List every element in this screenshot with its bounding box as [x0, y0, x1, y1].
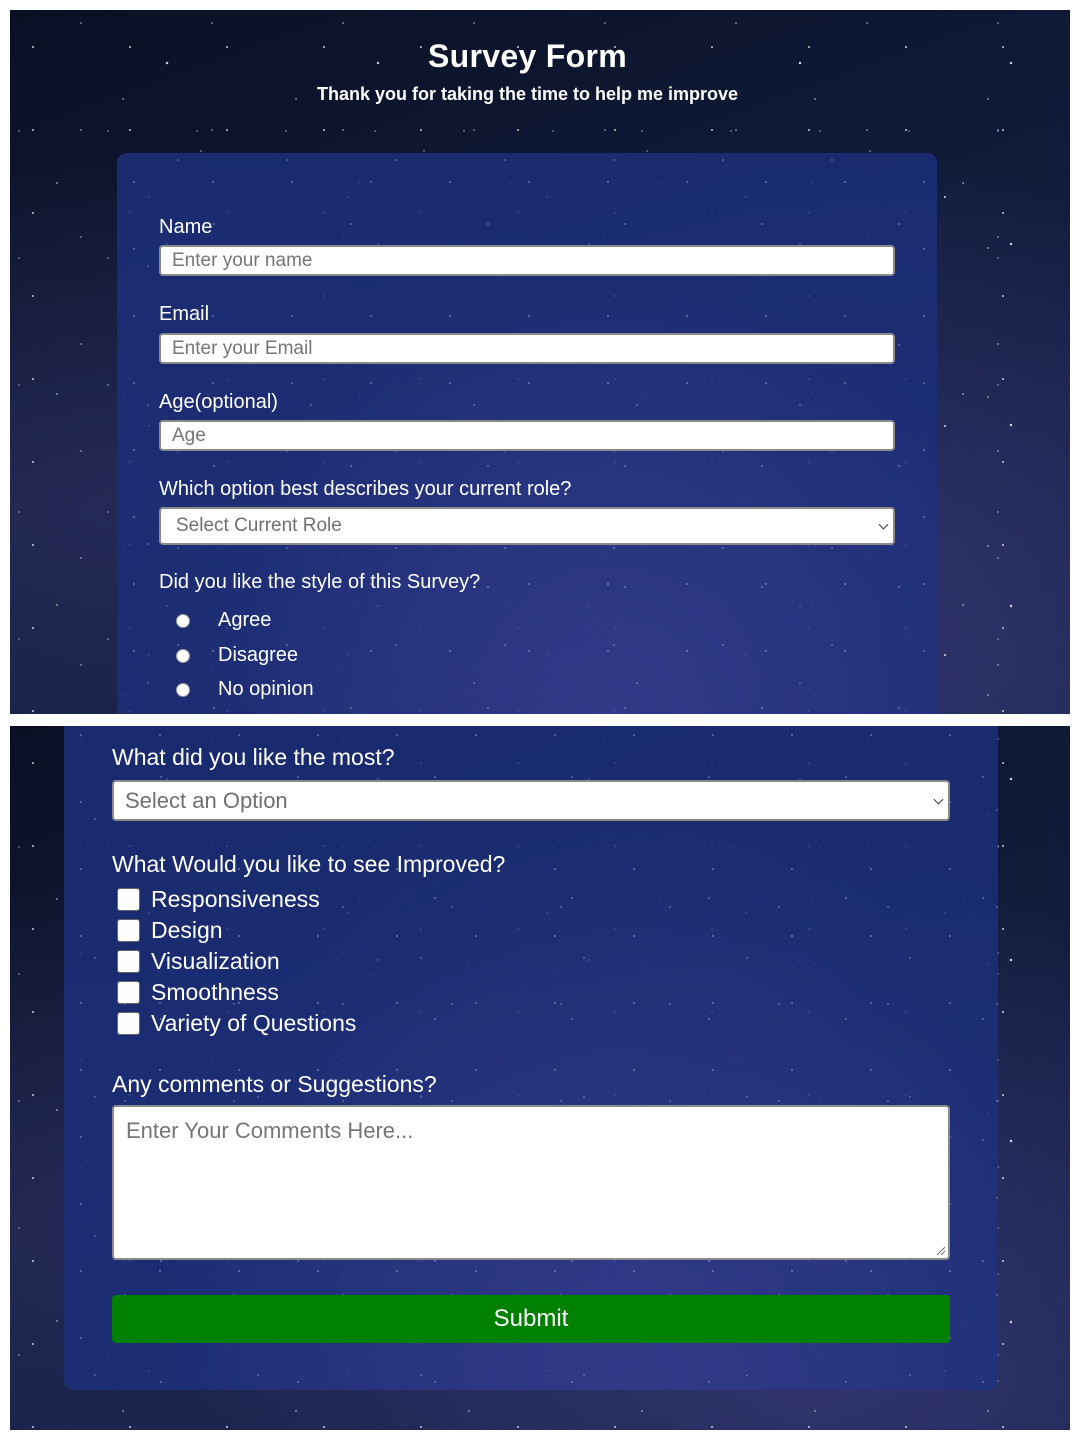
role-label: Which option best describes your current…	[159, 478, 572, 500]
role-select[interactable]: Select Current Role	[159, 507, 895, 545]
checkbox[interactable]	[117, 919, 140, 942]
radio-button[interactable]	[176, 613, 190, 628]
radio-label: No opinion	[218, 678, 314, 700]
improve-label: What Would you like to see Improved?	[112, 851, 506, 877]
checkbox-label: Visualization	[151, 948, 280, 974]
checkbox-responsiveness[interactable]: Responsiveness	[117, 886, 320, 913]
name-input[interactable]: Enter your name	[159, 245, 895, 276]
checkbox[interactable]	[117, 888, 140, 911]
checkbox-design[interactable]: Design	[117, 917, 223, 944]
email-label: Email	[159, 303, 210, 325]
name-label: Name	[159, 216, 213, 238]
checkbox-label: Variety of Questions	[151, 1010, 357, 1036]
comments-placeholder: Enter Your Comments Here...	[126, 1118, 414, 1143]
form-panel: Name Enter your name Email Enter your Em…	[117, 153, 937, 714]
liked-most-label: What did you like the most?	[112, 744, 395, 770]
comments-textarea[interactable]: Enter Your Comments Here...	[112, 1105, 950, 1260]
checkbox-variety[interactable]: Variety of Questions	[117, 1010, 356, 1037]
radio-no-opinion[interactable]: No opinion	[176, 678, 314, 701]
checkbox-smoothness[interactable]: Smoothness	[117, 979, 279, 1006]
age-input[interactable]: Age	[159, 420, 895, 451]
chevron-down-icon	[878, 519, 889, 530]
radio-disagree[interactable]: Disagree	[176, 644, 298, 667]
email-placeholder: Enter your Email	[172, 337, 313, 359]
role-select-value: Select Current Role	[176, 515, 342, 536]
liked-most-select-value: Select an Option	[125, 787, 288, 813]
liked-most-select[interactable]: Select an Option	[112, 780, 950, 821]
checkbox-visualization[interactable]: Visualization	[117, 948, 280, 975]
screenshot-top: Survey Form Thank you for taking the tim…	[10, 10, 1070, 714]
chevron-down-icon	[933, 794, 944, 805]
radio-button[interactable]	[176, 648, 190, 663]
radio-agree[interactable]: Agree	[176, 609, 271, 632]
radio-label: Agree	[218, 609, 272, 631]
age-label: Age(optional)	[159, 391, 278, 413]
screenshot-bottom: What did you like the most? Select an Op…	[10, 726, 1070, 1430]
style-label: Did you like the style of this Survey?	[159, 571, 481, 593]
page-title: Survey Form	[428, 38, 627, 74]
radio-button[interactable]	[176, 682, 190, 697]
checkbox-label: Responsiveness	[151, 886, 320, 912]
checkbox[interactable]	[117, 981, 140, 1004]
checkbox[interactable]	[117, 1012, 140, 1035]
form-panel: What did you like the most? Select an Op…	[64, 726, 998, 1390]
name-placeholder: Enter your name	[172, 249, 313, 271]
page-subtitle: Thank you for taking the time to help me…	[316, 84, 739, 104]
resize-handle-icon[interactable]	[937, 1247, 945, 1255]
submit-button[interactable]: Submit	[112, 1295, 950, 1343]
comments-label: Any comments or Suggestions?	[112, 1071, 437, 1097]
email-input[interactable]: Enter your Email	[159, 333, 895, 364]
age-placeholder: Age	[172, 424, 206, 446]
checkbox-label: Smoothness	[151, 979, 279, 1005]
checkbox-label: Design	[151, 917, 223, 943]
checkbox[interactable]	[117, 950, 140, 973]
radio-label: Disagree	[218, 644, 299, 666]
